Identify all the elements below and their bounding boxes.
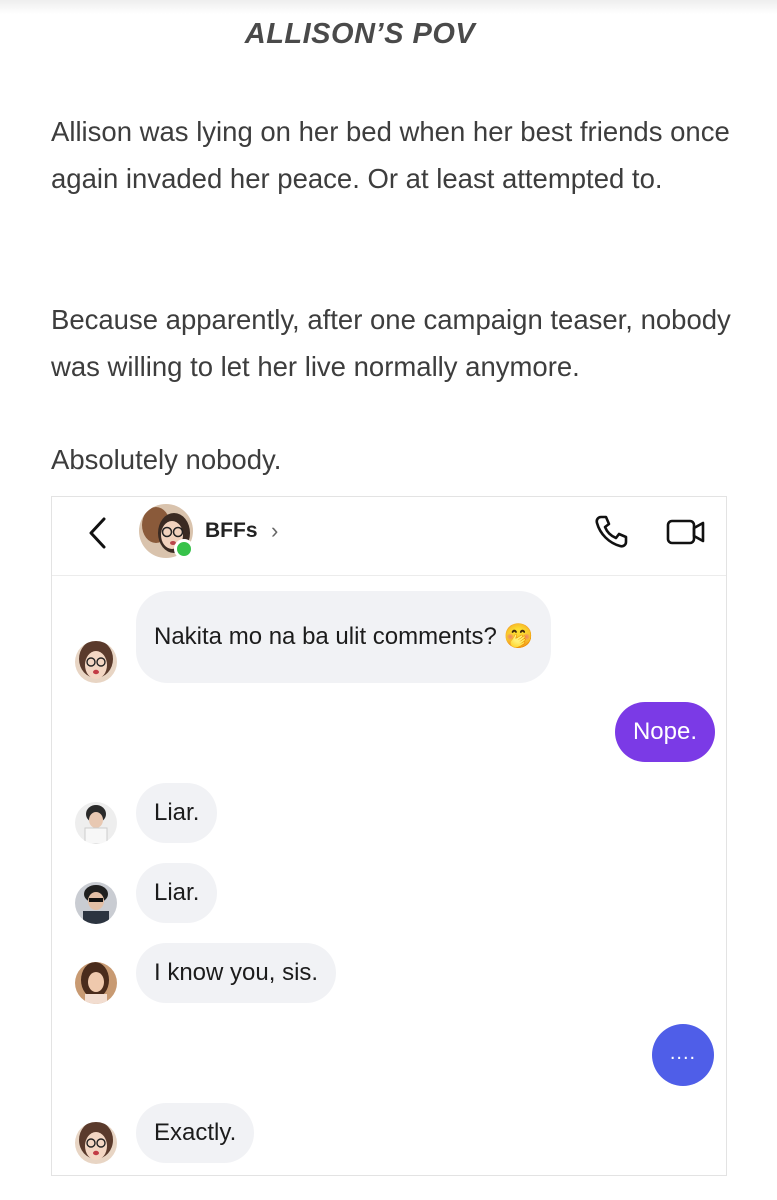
chapter-title: ALLISON’S POV	[244, 18, 476, 50]
story-paragraph-3: Absolutely nobody.	[51, 444, 282, 475]
avatar[interactable]	[75, 962, 117, 1004]
avatar[interactable]	[75, 882, 117, 924]
my-message-bubble: Nope.	[614, 702, 715, 762]
story-page: ALLISON’S POV Allison was lying on her b…	[0, 0, 777, 1200]
chat-group-name[interactable]: BFFs	[205, 519, 258, 543]
message-bubble: I know you, sis.	[136, 943, 337, 1003]
story-paragraph-1: Allison was lying on her bed when her be…	[51, 116, 730, 194]
avatar[interactable]	[75, 641, 117, 683]
video-camera-icon[interactable]	[666, 517, 706, 547]
my-message-bubble: ....	[652, 1024, 714, 1086]
story-paragraph-2: Because apparently, after one campaign t…	[51, 304, 731, 382]
top-shadow	[0, 0, 777, 14]
message-bubble: Exactly.	[136, 1103, 255, 1163]
message-bubble: Nakita mo na ba ulit comments? 🤭	[136, 591, 552, 683]
chevron-left-icon[interactable]	[86, 515, 108, 551]
message-bubble: Liar.	[136, 783, 218, 843]
message-bubble: Liar.	[136, 863, 218, 923]
phone-icon[interactable]	[592, 513, 630, 551]
chat-header: BFFs ›	[52, 497, 726, 576]
avatar[interactable]	[75, 802, 117, 844]
avatar[interactable]	[75, 1122, 117, 1164]
chat-screenshot: BFFs › Nakita mo na ba ulit comments? 🤭 …	[51, 496, 727, 1176]
chevron-right-icon[interactable]: ›	[271, 518, 278, 544]
online-status-dot	[174, 539, 194, 559]
